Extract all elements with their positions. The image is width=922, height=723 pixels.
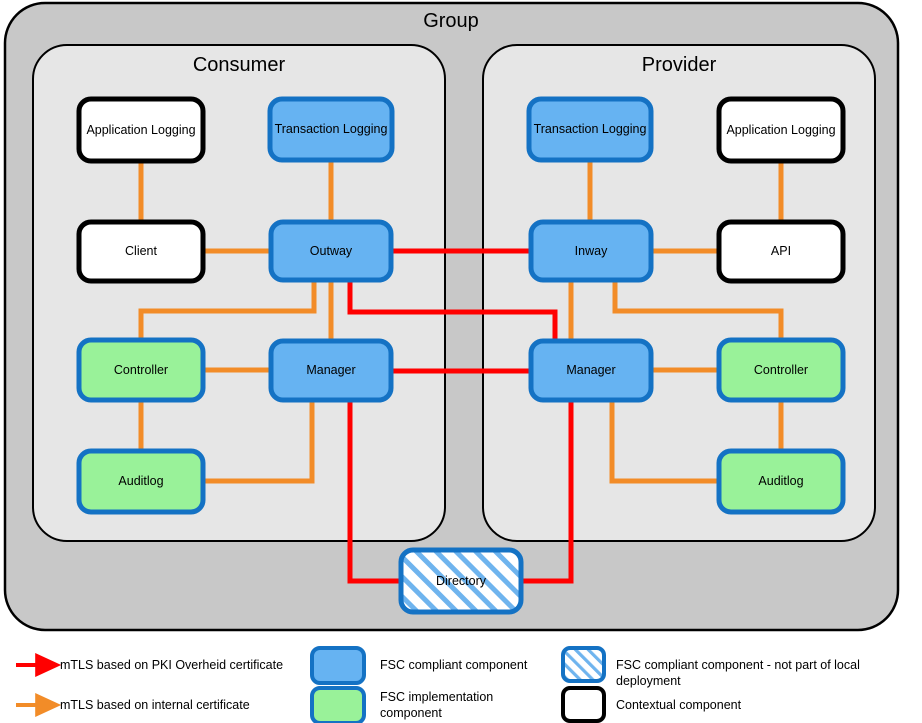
node-consumer-manager[interactable] <box>268 338 394 403</box>
legend-box-fsc-compliant-remote-icon <box>561 646 606 683</box>
node-consumer-application-logging[interactable] <box>76 96 206 164</box>
legend-box-contextual-icon <box>561 686 606 723</box>
legend-label-contextual: Contextual component <box>616 698 742 712</box>
legend-box-fsc-implementation-icon <box>310 686 366 723</box>
legend-label-mtls-pki: mTLS based on PKI Overheid certificate <box>60 658 284 672</box>
node-provider-controller[interactable] <box>716 337 846 403</box>
node-provider-transaction-logging[interactable] <box>526 96 654 163</box>
provider-panel-title: Provider <box>641 54 717 76</box>
legend-label-mtls-internal: mTLS based on internal certificate <box>60 698 250 712</box>
node-consumer-controller[interactable] <box>76 337 206 403</box>
node-consumer-transaction-logging[interactable] <box>267 96 395 163</box>
node-provider-auditlog[interactable] <box>716 448 846 515</box>
node-consumer-client[interactable] <box>76 219 206 284</box>
node-consumer-outway[interactable] <box>268 219 394 283</box>
node-consumer-auditlog[interactable] <box>76 448 206 515</box>
node-provider-api[interactable] <box>716 219 846 284</box>
group-title: Group <box>423 10 479 32</box>
consumer-panel-title: Consumer <box>192 54 286 76</box>
architecture-diagram <box>3 1 900 723</box>
legend-label-fsc-compliant-remote: FSC compliant component - not part of lo… <box>616 658 860 688</box>
legend-label-fsc-compliant: FSC compliant component <box>380 658 528 672</box>
node-directory[interactable] <box>398 547 524 615</box>
legend-box-fsc-compliant-icon <box>310 646 366 685</box>
node-provider-manager[interactable] <box>528 338 654 403</box>
legend-label-fsc-implementation: FSC implementation component <box>380 690 494 720</box>
node-provider-application-logging[interactable] <box>716 96 846 164</box>
node-provider-inway[interactable] <box>528 219 654 283</box>
